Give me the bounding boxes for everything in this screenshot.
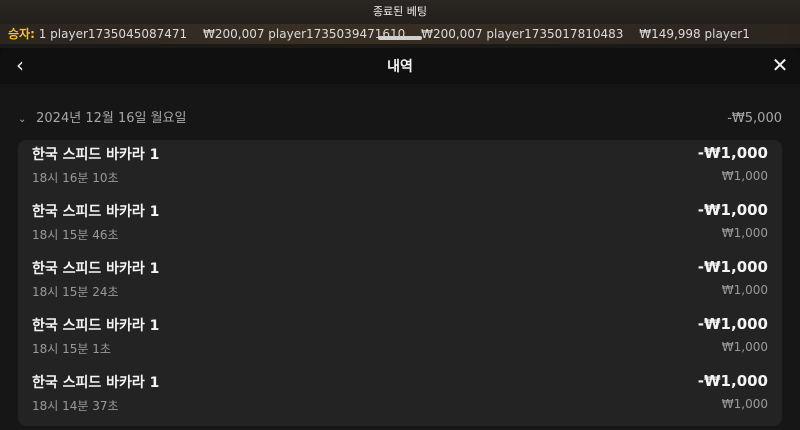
bet-game-name: 한국 스피드 바카라 1: [32, 147, 160, 163]
winners-ticker: 승자: 1 player1735045087471 ₩200,007 playe…: [0, 24, 800, 44]
bet-time: 18시 15분 24초: [32, 285, 119, 299]
bet-list: 한국 스피드 바카라 1 18시 16분 10초 -₩1,000 ₩1,000 …: [18, 140, 782, 426]
list-item[interactable]: 한국 스피드 바카라 1 18시 15분 24초 -₩1,000 ₩1,000: [18, 254, 782, 311]
bet-stake: ₩1,000: [721, 226, 768, 240]
bet-time: 18시 15분 1초: [32, 342, 111, 356]
bet-game-name: 한국 스피드 바카라 1: [32, 318, 160, 334]
winner-entry: 1 player1735045087471: [38, 27, 188, 41]
close-button[interactable]: ✕: [770, 54, 790, 76]
bet-time: 18시 15분 46초: [32, 228, 119, 242]
bet-stake: ₩1,000: [721, 283, 768, 297]
bet-result-amount: -₩1,000: [697, 315, 768, 333]
bet-game-name: 한국 스피드 바카라 1: [32, 375, 160, 391]
bet-result-amount: -₩1,000: [697, 372, 768, 390]
bet-game-name: 한국 스피드 바카라 1: [32, 204, 160, 220]
bet-result-amount: -₩1,000: [697, 144, 768, 162]
close-icon: ✕: [771, 53, 789, 77]
bet-stake: ₩1,000: [721, 169, 768, 183]
bet-result-amount: -₩1,000: [697, 258, 768, 276]
chevron-down-icon: ⌄: [18, 114, 27, 125]
bet-game-name: 한국 스피드 바카라 1: [32, 261, 160, 277]
list-item[interactable]: 한국 스피드 바카라 1 18시 15분 1초 -₩1,000 ₩1,000: [18, 311, 782, 368]
winner-entry: ₩200,007 player1735039471610: [202, 27, 406, 41]
winner-entry: ₩149,998 player1: [639, 27, 750, 41]
winner-entry: ₩200,007 player1735017810483: [421, 27, 624, 41]
panel-header: ‹ 내역 ✕: [0, 48, 800, 84]
closed-bets-bar: 종료된 베팅 승자: 1 player1735045087471 ₩200,00…: [0, 0, 800, 48]
drag-handle[interactable]: [378, 36, 422, 40]
bet-result-amount: -₩1,000: [697, 201, 768, 219]
bet-stake: ₩1,000: [721, 340, 768, 354]
closed-bets-title: 종료된 베팅: [372, 5, 428, 18]
list-item[interactable]: 한국 스피드 바카라 1 18시 14분 37초 -₩1,000 ₩1,000: [18, 368, 782, 425]
list-item[interactable]: 한국 스피드 바카라 1 18시 15분 46초 -₩1,000 ₩1,000: [18, 197, 782, 254]
bet-time: 18시 16분 10초: [32, 171, 119, 185]
panel-title: 내역: [387, 59, 413, 75]
day-total: -₩5,000: [727, 111, 782, 126]
history-panel: ‹ 내역 ✕ ⌄ 2024년 12월 16일 월요일 -₩5,000 한국 스피…: [0, 48, 800, 430]
bet-stake: ₩1,000: [721, 397, 768, 411]
day-group-header[interactable]: ⌄ 2024년 12월 16일 월요일 -₩5,000: [18, 108, 782, 130]
winner-label: 승자:: [8, 27, 35, 41]
day-date: 2024년 12월 16일 월요일: [36, 111, 187, 126]
bet-time: 18시 14분 37초: [32, 399, 119, 413]
list-item[interactable]: 한국 스피드 바카라 1 18시 16분 10초 -₩1,000 ₩1,000: [18, 140, 782, 197]
